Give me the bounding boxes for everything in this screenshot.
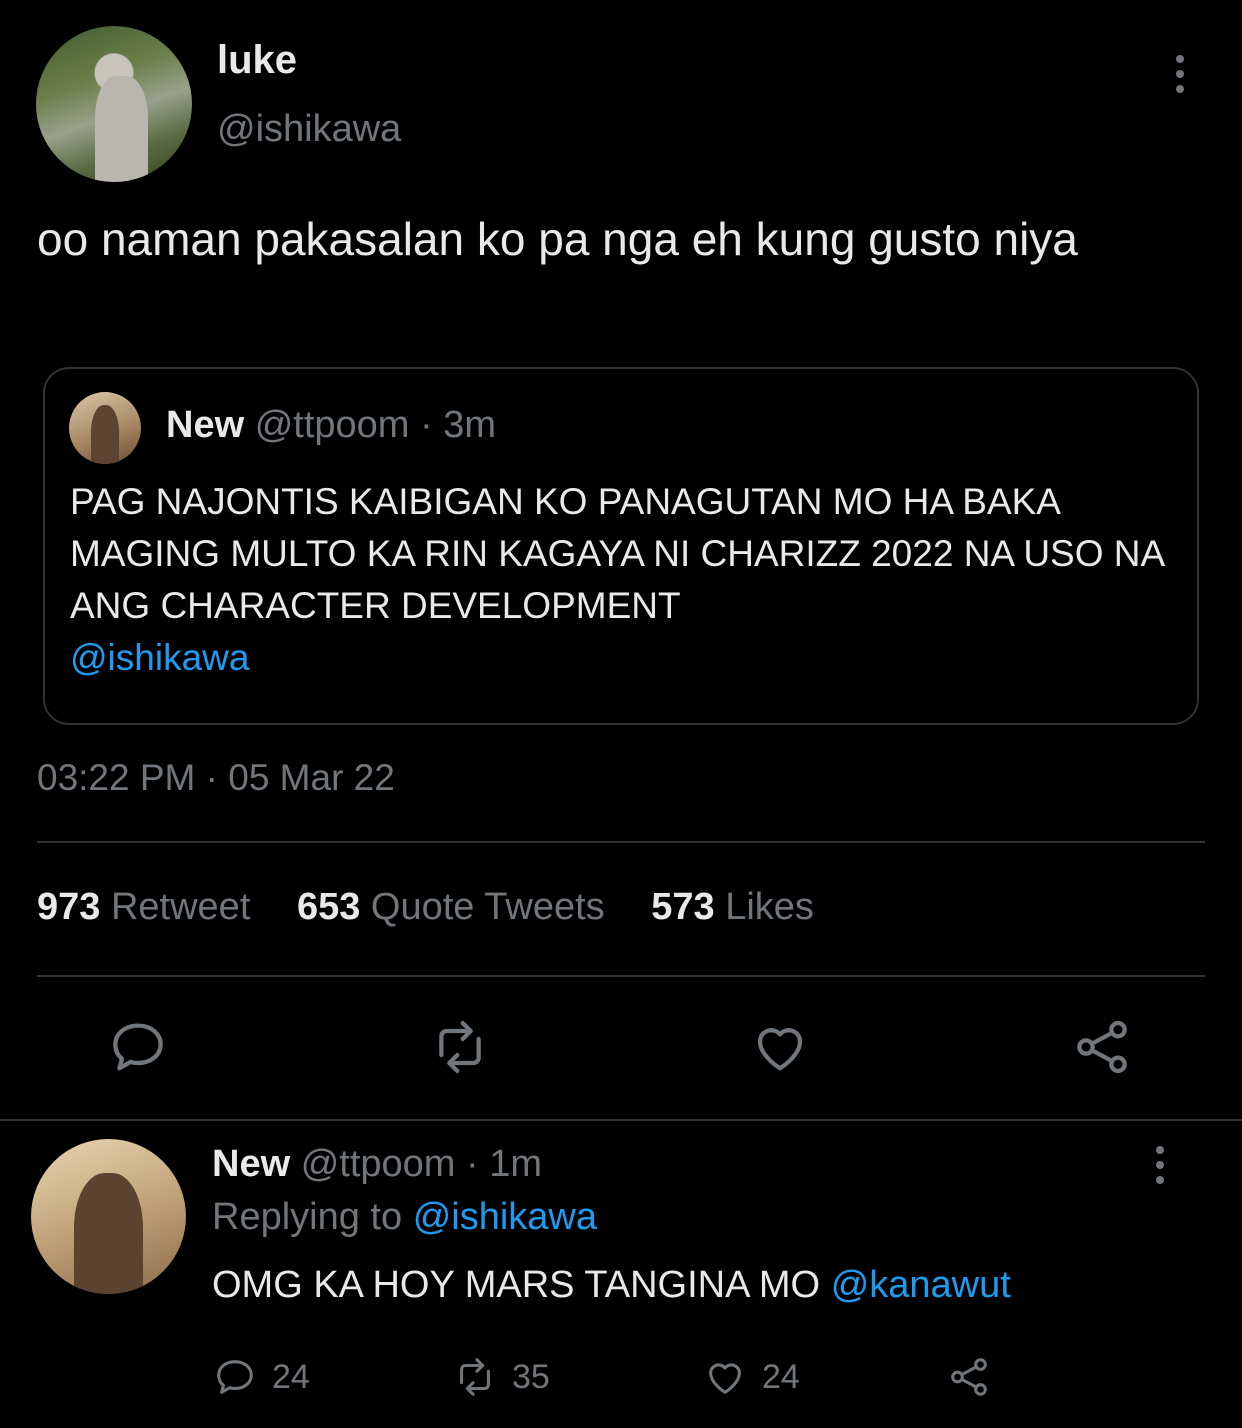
reply-separator: · [466,1143,479,1185]
reply-retweet-button[interactable]: 35 [452,1354,550,1400]
more-options-icon[interactable] [1160,55,1200,95]
reply-mention-link[interactable]: @kanawut [831,1264,1011,1306]
replying-to-label: Replying to [212,1196,403,1238]
reply-age: 1m [489,1143,543,1185]
reply-text-body: OMG KA HOY MARS TANGINA MO [212,1264,821,1306]
like-icon [709,1363,741,1394]
divider [37,975,1205,977]
like-icon[interactable] [748,1015,812,1079]
quoted-tweet-text: PAG NAJONTIS KAIBIGAN KO PANAGUTAN MO HA… [70,476,1180,684]
share-icon[interactable] [1070,1015,1134,1079]
author-handle[interactable]: @ishikawa [217,108,401,151]
quoted-text-body: PAG NAJONTIS KAIBIGAN KO PANAGUTAN MO HA… [70,481,1164,626]
divider [37,841,1205,843]
reply-icon [217,1360,253,1394]
divider [0,1119,1242,1121]
quoted-author-name: New [166,404,245,446]
author-name[interactable]: luke [217,38,297,83]
reply-author-name[interactable]: New [212,1143,290,1185]
author-avatar[interactable] [36,26,192,182]
share-icon [951,1358,987,1396]
quoted-age: 3m [443,404,497,446]
reply-like-count: 24 [762,1357,800,1396]
reply-more-options-icon[interactable] [1140,1146,1180,1186]
replying-to-line: Replying to @ishikawa [212,1196,597,1239]
retweet-icon [460,1358,490,1396]
reply-like-button[interactable]: 24 [702,1354,800,1400]
quoted-separator: · [420,404,433,446]
retweet-icon[interactable] [428,1015,492,1079]
reply-author-handle[interactable]: @ttpoom [301,1143,456,1185]
reply-header: New @ttpoom · 1m [212,1143,542,1186]
stat-retweets[interactable]: 973 Retweet [37,886,250,928]
quoted-tweet-header: New @ttpoom · 3m [166,404,496,447]
stat-likes[interactable]: 573 Likes [651,886,814,928]
reply-reply-button[interactable]: 24 [212,1354,310,1400]
reply-icon[interactable] [106,1015,170,1079]
reply-retweet-count: 35 [512,1357,550,1396]
stat-quote-tweets[interactable]: 653 Quote Tweets [297,886,605,928]
engagement-stats: 973 Retweet 653 Quote Tweets 573 Likes [37,886,850,929]
reply-reply-count: 24 [272,1357,310,1396]
quoted-mention-link[interactable]: @ishikawa [70,637,249,678]
tweet-timestamp[interactable]: 03:22 PM · 05 Mar 22 [37,757,395,799]
replying-to-link[interactable]: @ishikawa [413,1196,597,1238]
reply-author-avatar[interactable] [31,1139,186,1294]
tweet-text: oo naman pakasalan ko pa nga eh kung gus… [37,213,1078,265]
reply-text: OMG KA HOY MARS TANGINA MO @kanawut [212,1264,1011,1307]
reply-share-button[interactable] [946,1354,992,1400]
quoted-author-avatar [69,392,141,464]
quoted-author-handle: @ttpoom [254,404,410,446]
